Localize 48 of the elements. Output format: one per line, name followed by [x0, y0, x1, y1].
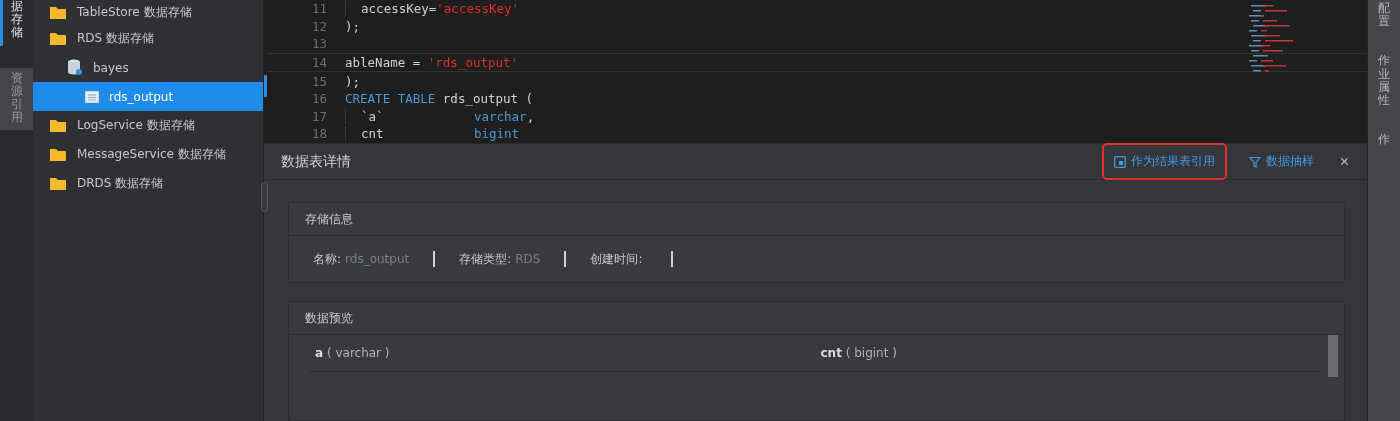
tree-item[interactable]: rds_output [33, 82, 263, 111]
code-line: ); [345, 73, 361, 89]
tree-item[interactable]: DRDS 数据存储 [33, 169, 263, 198]
column-header: cnt ( bigint ) [819, 346, 898, 360]
tree-item[interactable]: LogService 数据存储 [33, 111, 263, 140]
tree-item[interactable]: MessageService 数据存储 [33, 140, 263, 169]
card-title: 存储信息 [289, 203, 1344, 236]
folder-icon [49, 118, 67, 133]
code-line: cnt bigint [345, 126, 520, 142]
line-number: 17 [310, 108, 328, 124]
line-number: 14 [310, 55, 328, 71]
side-tab[interactable]: 作业属性 [1378, 54, 1390, 108]
side-tab[interactable]: 配置 [1378, 2, 1390, 29]
action-button[interactable]: 作为结果表引用 [1101, 143, 1227, 180]
code-line: CREATE TABLE rds_output ( [345, 91, 534, 107]
action-button[interactable]: 数据抽样 [1236, 143, 1326, 180]
filter-icon [1248, 155, 1261, 168]
code-line: ); [345, 18, 361, 34]
column-header: a ( varchar ) [314, 346, 391, 360]
info-field: 名称: rds_output [313, 251, 436, 267]
line-number: 12 [310, 18, 328, 34]
info-field: 存储类型: RDS [459, 251, 567, 267]
tree-item[interactable]: RDS 数据存储 [33, 24, 263, 53]
line-number: 13 [310, 36, 328, 52]
info-field: 创建时间: [590, 251, 673, 267]
folder-icon [49, 176, 67, 191]
scrollbar[interactable] [1328, 335, 1338, 377]
code-line: accessKey='accessKey' [345, 1, 520, 17]
tree-item[interactable]: TableStore 数据存储 [33, 0, 263, 24]
reference-icon [1113, 155, 1126, 168]
code-line: ableName = 'rds_output' [345, 55, 519, 71]
side-tab[interactable]: 资源引用 [0, 67, 33, 131]
close-button[interactable]: × [1335, 152, 1353, 171]
tree-item[interactable]: bayes [33, 53, 263, 82]
panel-title: 数据表详情 [281, 152, 351, 171]
line-number: 18 [310, 126, 328, 142]
splitter-handle[interactable] [261, 182, 268, 212]
folder-icon [49, 31, 67, 46]
card-title: 数据预览 [289, 302, 1344, 335]
side-tab[interactable]: 作 [1378, 133, 1390, 147]
table-icon [85, 90, 99, 103]
folder-icon [49, 4, 67, 20]
line-number: 16 [310, 91, 328, 107]
line-number: 11 [310, 1, 328, 17]
code-line: `a` varchar, [345, 108, 535, 124]
database-icon [67, 59, 83, 76]
line-number: 15 [310, 73, 328, 89]
folder-icon [49, 147, 67, 162]
